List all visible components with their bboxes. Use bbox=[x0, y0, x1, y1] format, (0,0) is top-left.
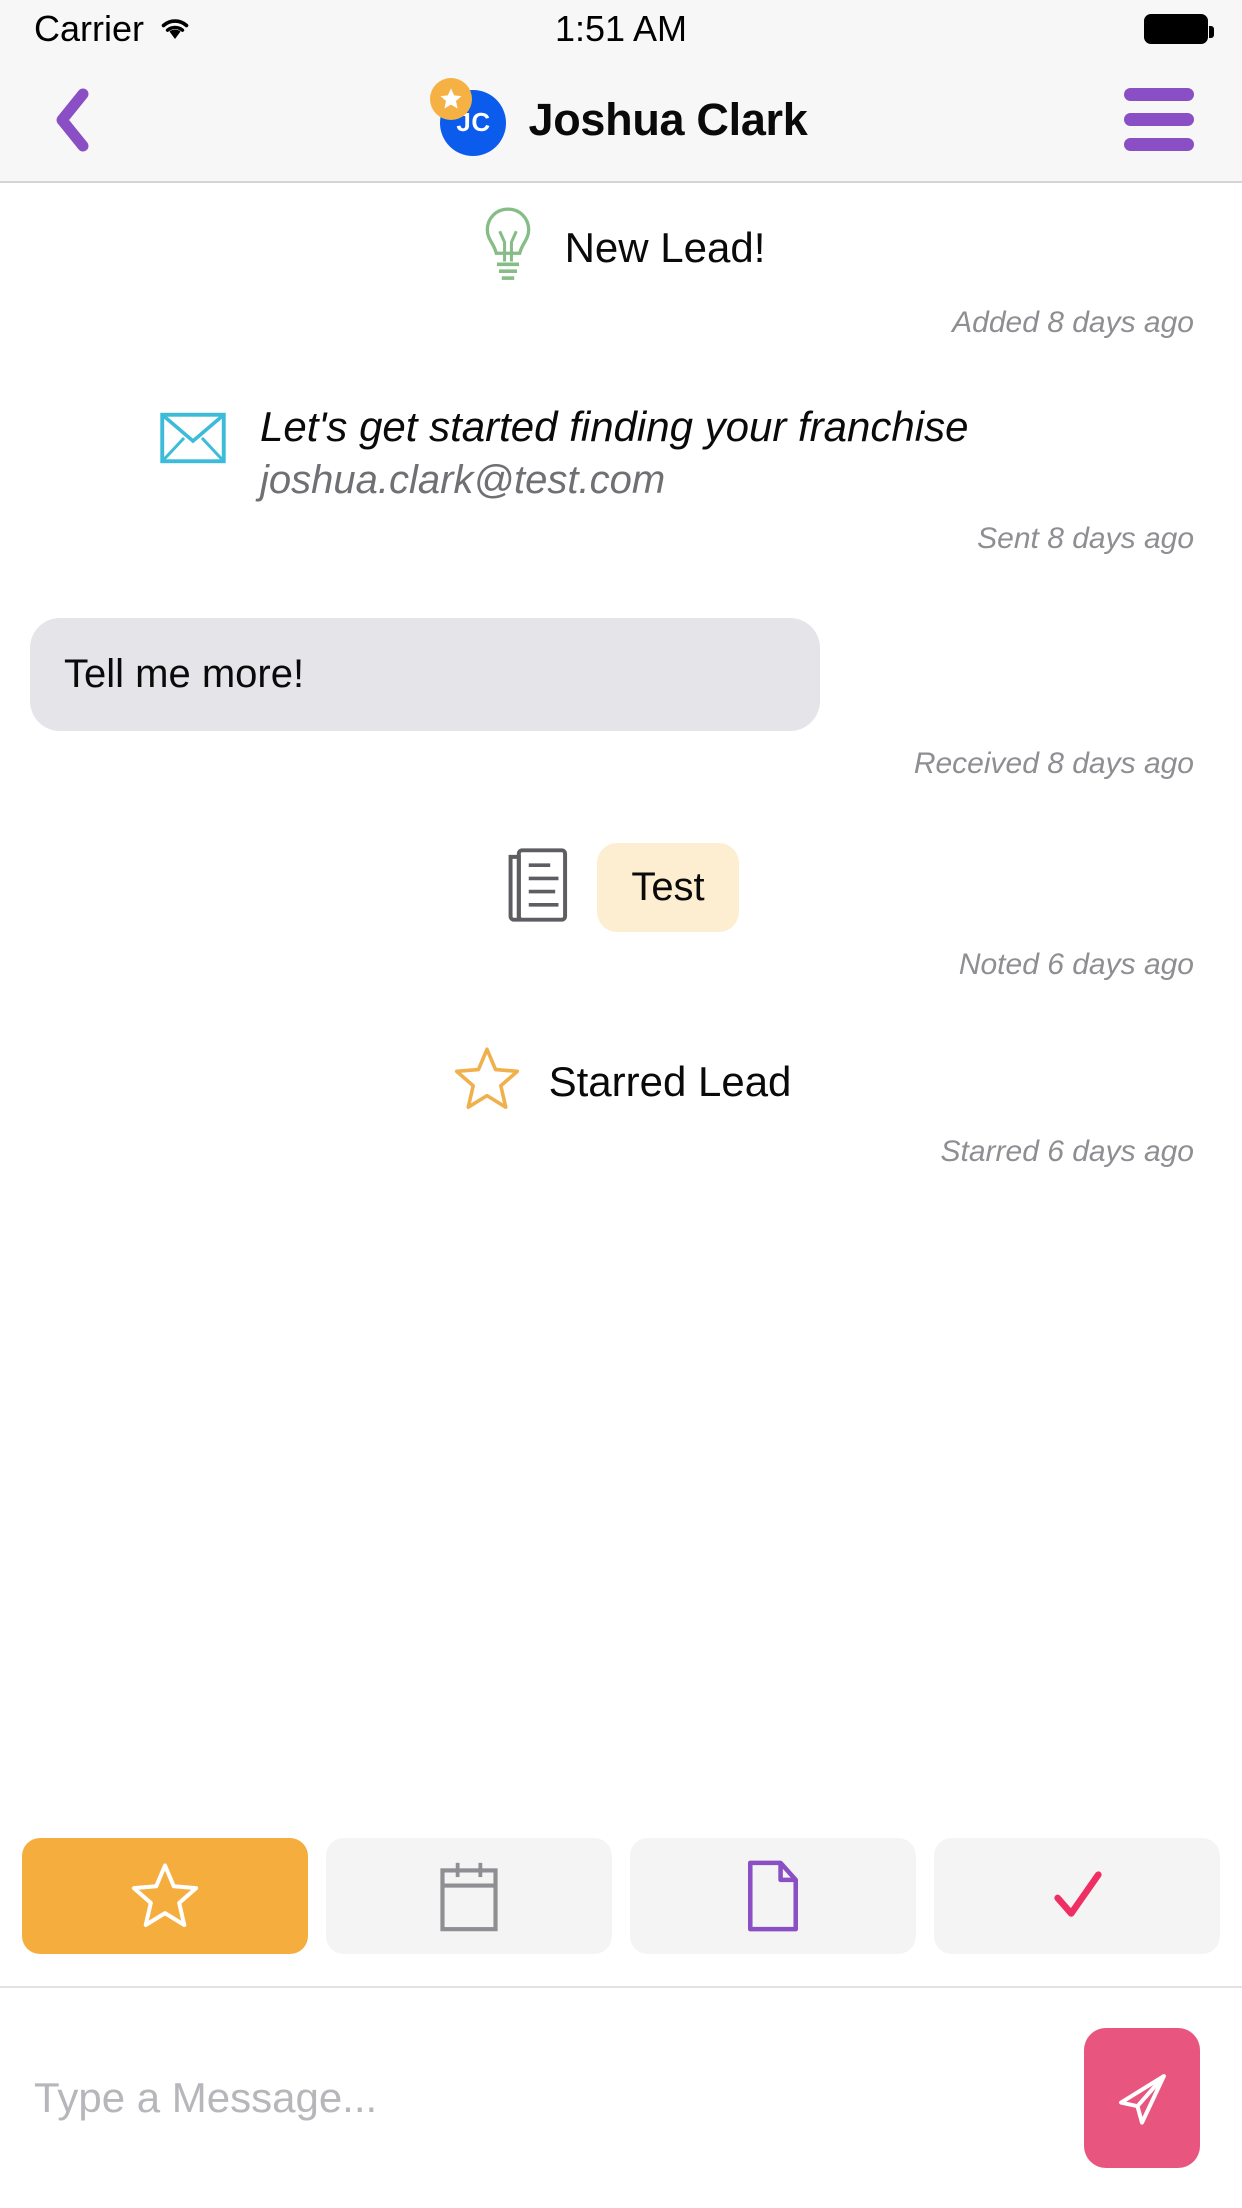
note-timestamp: Noted 6 days ago bbox=[958, 948, 1194, 982]
status-bar-right bbox=[1144, 14, 1214, 44]
document-icon bbox=[747, 1860, 799, 1932]
send-paper-plane-icon bbox=[1119, 2074, 1166, 2125]
timeline-item-starred: Starred Lead Starred 6 days ago bbox=[0, 1044, 1242, 1169]
starred-row: Starred Lead bbox=[0, 1044, 1242, 1119]
hamburger-menu-icon[interactable] bbox=[1124, 85, 1198, 155]
document-action-button[interactable] bbox=[630, 1838, 916, 1954]
chevron-left-icon bbox=[56, 88, 89, 151]
avatar[interactable]: JC bbox=[430, 77, 507, 156]
email-address: joshua.clark@test.com bbox=[260, 458, 666, 503]
status-bar: Carrier 1:51 AM bbox=[0, 0, 1242, 58]
starred-label: Starred Lead bbox=[548, 1057, 792, 1105]
lead-label: New Lead! bbox=[564, 223, 766, 271]
back-button[interactable] bbox=[50, 85, 110, 155]
calendar-icon bbox=[440, 1862, 498, 1932]
nav-header: JC Joshua Clark bbox=[0, 58, 1242, 183]
app-screen: Carrier 1:51 AM JC Joshua Clark New Lead… bbox=[0, 0, 1242, 2208]
check-action-button[interactable] bbox=[934, 1838, 1220, 1954]
email-text-group: Let's get started finding your franchise… bbox=[260, 402, 968, 506]
lead-timestamp: Added 8 days ago bbox=[952, 306, 1194, 339]
quick-action-bar bbox=[0, 1808, 1242, 1988]
timeline-item-lead: New Lead! Added 8 days ago bbox=[0, 205, 1242, 340]
menu-bar-2 bbox=[1124, 113, 1194, 126]
calendar-action-button[interactable] bbox=[326, 1838, 612, 1954]
envelope-icon bbox=[160, 402, 226, 469]
email-row: Let's get started finding your franchise… bbox=[0, 402, 1242, 506]
email-timestamp: Sent 8 days ago bbox=[977, 522, 1194, 556]
starred-timestamp: Starred 6 days ago bbox=[940, 1135, 1195, 1169]
battery-full-icon bbox=[1144, 14, 1214, 44]
note-document-icon bbox=[503, 847, 571, 928]
timeline-item-note: Test Noted 6 days ago bbox=[0, 843, 1242, 982]
note-row: Test bbox=[0, 843, 1242, 933]
message-bubble-wrap: Tell me more! bbox=[0, 618, 1242, 732]
page-title: Joshua Clark bbox=[528, 93, 808, 145]
send-button[interactable] bbox=[1084, 2028, 1200, 2168]
message-timestamp: Received 8 days ago bbox=[913, 747, 1194, 781]
lead-row: New Lead! bbox=[0, 205, 1242, 290]
star-badge-icon bbox=[430, 77, 473, 120]
timeline-item-message: Tell me more! Received 8 days ago bbox=[0, 618, 1242, 781]
note-chip: Test bbox=[597, 843, 739, 933]
menu-bar-1 bbox=[1124, 88, 1194, 101]
timeline-item-email[interactable]: Let's get started finding your franchise… bbox=[0, 402, 1242, 556]
menu-bar-3 bbox=[1124, 138, 1194, 151]
lightbulb-icon bbox=[477, 205, 539, 290]
activity-timeline: New Lead! Added 8 days ago Let's get sta… bbox=[0, 183, 1242, 1808]
status-bar-time: 1:51 AM bbox=[554, 8, 688, 49]
star-outline-icon bbox=[131, 1863, 199, 1927]
message-composer bbox=[0, 1988, 1242, 2208]
message-input[interactable] bbox=[34, 2074, 1058, 2122]
star-action-button[interactable] bbox=[22, 1838, 308, 1954]
message-bubble: Tell me more! bbox=[30, 618, 820, 732]
star-outline-icon bbox=[451, 1044, 523, 1119]
nav-center-group: JC Joshua Clark bbox=[0, 77, 1242, 156]
check-icon bbox=[1054, 1871, 1102, 1917]
email-subject: Let's get started finding your franchise bbox=[260, 403, 969, 450]
